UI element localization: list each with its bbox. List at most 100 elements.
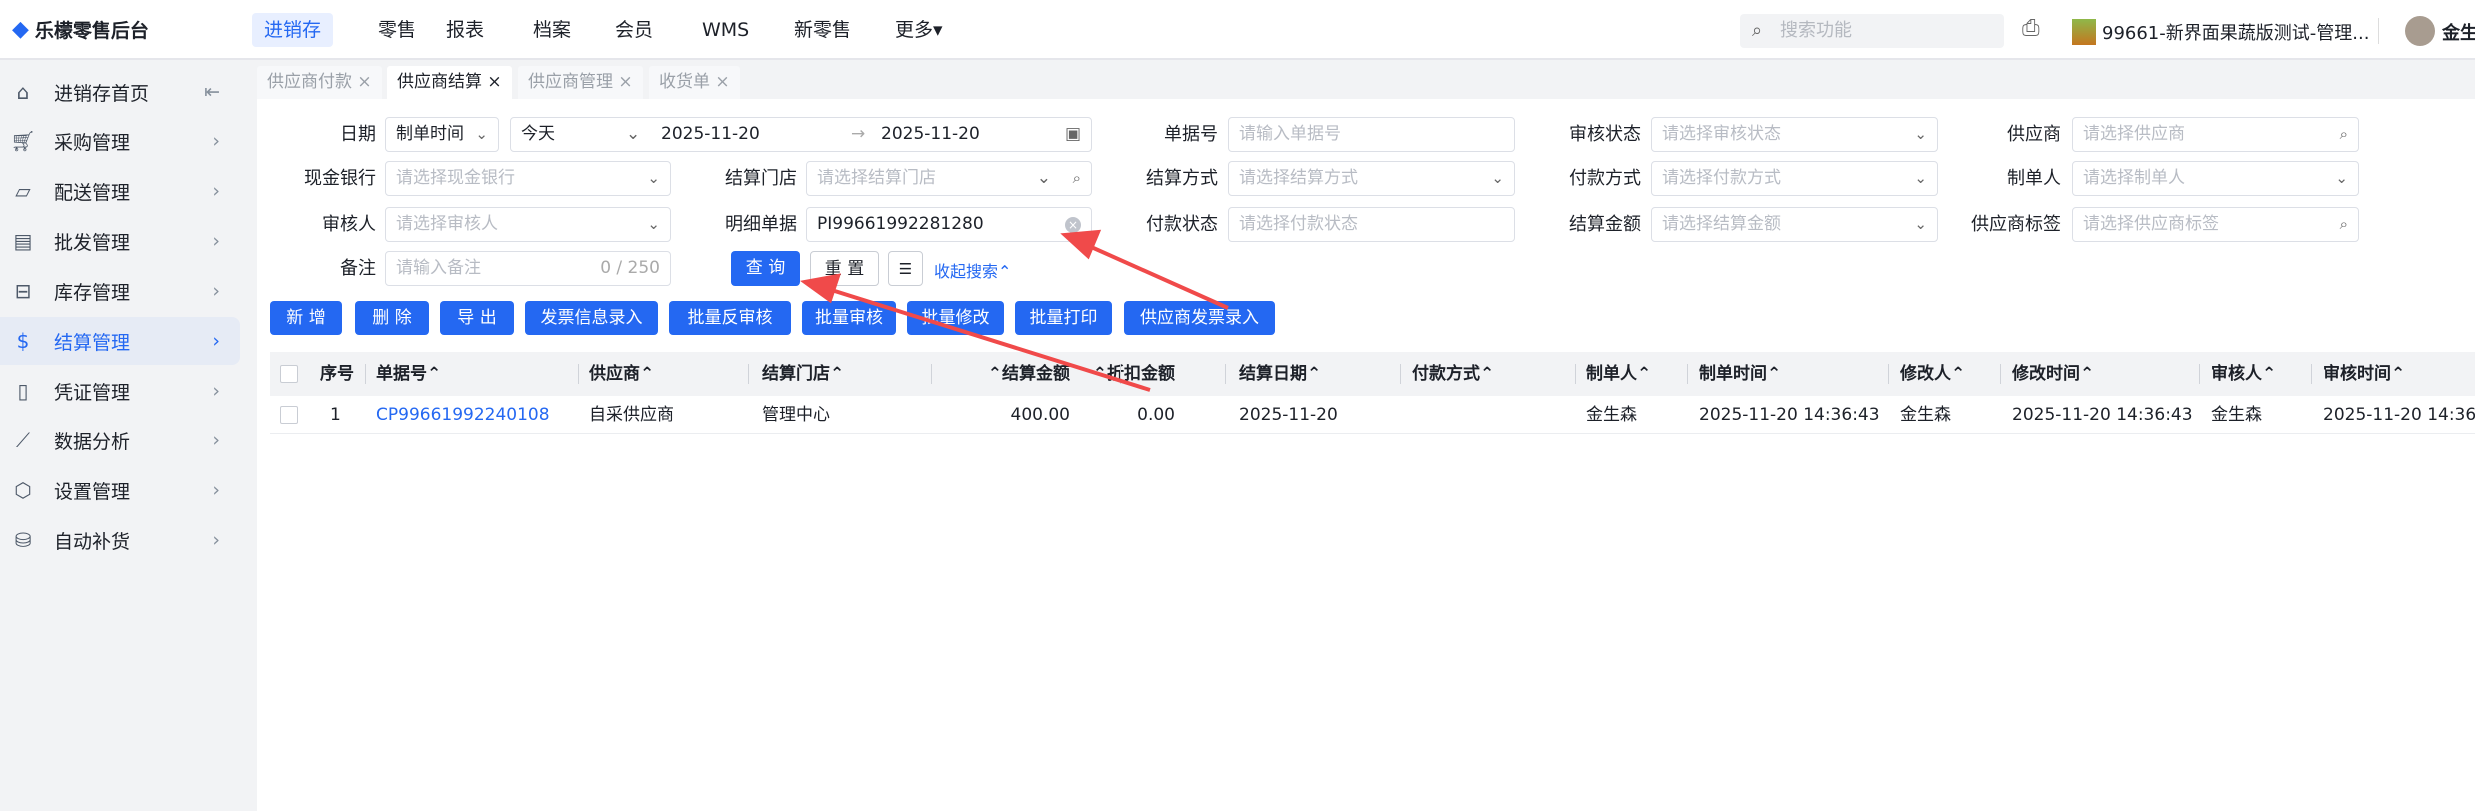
nav-archive[interactable]: 档案: [521, 13, 583, 47]
batch-audit-button[interactable]: 批量审核: [802, 301, 896, 335]
tab-receipt[interactable]: 收货单 ×: [649, 66, 740, 99]
column-divider[interactable]: [1888, 364, 1889, 384]
column-divider[interactable]: [1120, 364, 1121, 384]
sidebar-item-analytics[interactable]: ⟋ 数据分析 ›: [0, 416, 240, 464]
column-divider[interactable]: [2199, 364, 2200, 384]
column-header-seq[interactable]: 序号: [320, 352, 354, 396]
query-button[interactable]: 查 询: [731, 251, 800, 286]
sidebar-item-inventory[interactable]: ⊟ 库存管理 ›: [0, 267, 240, 315]
tab-supplier-management[interactable]: 供应商管理 ×: [518, 66, 643, 99]
sidebar: ⌂ 进销存首页 ⇤ 🛒︎ 采购管理 › ▱ 配送管理 › ▤ 批发管理 › ⊟ 库存管理 › $ 结算…: [0, 62, 253, 811]
store-name[interactable]: 99661-新界面果蔬版测试-管理...: [2102, 19, 2369, 45]
date-type-select[interactable]: 制单时间 ⌄: [385, 117, 499, 152]
cart-icon: 🛒︎: [10, 129, 36, 153]
nav-more[interactable]: 更多▾: [883, 13, 955, 47]
supplier-invoice-entry-button[interactable]: 供应商发票录入: [1124, 301, 1275, 335]
batch-unaudit-button[interactable]: 批量反审核: [669, 301, 791, 335]
audit-status-select[interactable]: 请选择审核状态 ⌄: [1651, 117, 1938, 152]
detail-doc-input[interactable]: PI99661992281280 ×: [806, 207, 1092, 242]
invoice-entry-button[interactable]: 发票信息录入: [525, 301, 658, 335]
column-header-auditor[interactable]: 审核人⌃: [2211, 352, 2276, 396]
nav-member[interactable]: 会员: [603, 13, 665, 47]
column-divider[interactable]: [748, 364, 749, 384]
collapse-search-link[interactable]: 收起搜索⌃: [934, 258, 1011, 282]
amount-select[interactable]: 请选择结算金额 ⌄: [1651, 207, 1938, 242]
remark-input[interactable]: 请输入备注 0 / 250: [385, 251, 671, 286]
sidebar-item-settings[interactable]: ⬡ 设置管理 ›: [0, 466, 240, 514]
bank-select[interactable]: 请选择现金银行 ⌄: [385, 161, 671, 196]
sidebar-item-purchase[interactable]: 🛒︎ 采购管理 ›: [0, 117, 240, 165]
column-divider[interactable]: [1575, 364, 1576, 384]
column-header-supplier[interactable]: 供应商⌃: [589, 352, 654, 396]
date-range-picker[interactable]: 今天 ⌄ 2025-11-20 → 2025-11-20 ▣: [510, 117, 1092, 152]
date-start[interactable]: 2025-11-20: [661, 118, 760, 151]
sidebar-item-home[interactable]: ⌂ 进销存首页 ⇤: [0, 68, 240, 116]
pay-status-select[interactable]: 请选择付款状态: [1228, 207, 1515, 242]
collapse-sidebar-icon[interactable]: ⇤: [204, 81, 220, 103]
creator-select[interactable]: 请选择制单人 ⌄: [2072, 161, 2359, 196]
search-icon[interactable]: ⌕: [2340, 118, 2348, 151]
method-label: 结算方式: [1146, 168, 1218, 189]
supplier-tag-select[interactable]: 请选择供应商标签 ⌕: [2072, 207, 2359, 242]
pay-method-select[interactable]: 请选择付款方式 ⌄: [1651, 161, 1938, 196]
nav-reports[interactable]: 报表: [434, 13, 496, 47]
user-name[interactable]: 金生: [2442, 19, 2475, 45]
column-header-modifier[interactable]: 修改人⌃: [1900, 352, 1965, 396]
printer-icon[interactable]: ⎙: [2022, 16, 2040, 41]
column-divider[interactable]: [1400, 364, 1401, 384]
tab-supplier-payment[interactable]: 供应商付款 ×: [257, 66, 382, 99]
filter-settings-icon[interactable]: ☰: [888, 251, 923, 286]
column-divider[interactable]: [365, 364, 366, 384]
table-row[interactable]: 1 CP99661992240108 自采供应商 管理中心 400.00 0.00 2025…: [270, 396, 2475, 434]
row-checkbox[interactable]: [280, 406, 298, 424]
column-header-audit-time[interactable]: 审核时间⌃: [2323, 352, 2405, 396]
sidebar-item-settlement[interactable]: $ 结算管理 ›: [0, 317, 240, 365]
column-header-amount[interactable]: ⌃结算金额: [988, 352, 1070, 396]
column-header-pay-method[interactable]: 付款方式⌃: [1412, 352, 1494, 396]
column-header-modify-time[interactable]: 修改时间⌃: [2012, 352, 2094, 396]
nav-new-retail[interactable]: 新零售: [782, 13, 863, 47]
column-header-store[interactable]: 结算门店⌃: [762, 352, 844, 396]
nav-wms[interactable]: WMS: [690, 13, 761, 47]
column-header-create-time[interactable]: 制单时间⌃: [1699, 352, 1781, 396]
auditor-select[interactable]: 请选择审核人 ⌄: [385, 207, 671, 242]
column-header-discount[interactable]: ⌃折扣金额: [1093, 352, 1175, 396]
date-label: 日期: [340, 124, 376, 145]
cell-doc-no[interactable]: CP99661992240108: [376, 396, 550, 434]
add-button[interactable]: 新 增: [270, 301, 342, 335]
nav-jinxiaocun[interactable]: 进销存: [252, 13, 334, 47]
column-divider[interactable]: [2000, 364, 2001, 384]
logo[interactable]: ◆ 乐檬零售后台: [12, 16, 149, 43]
column-divider[interactable]: [1225, 364, 1226, 384]
avatar[interactable]: [2405, 16, 2435, 46]
sidebar-item-auto-replenish[interactable]: ⛁ 自动补货 ›: [0, 516, 240, 564]
remark-label: 备注: [340, 258, 376, 279]
batch-edit-button[interactable]: 批量修改: [907, 301, 1004, 335]
batch-print-button[interactable]: 批量打印: [1015, 301, 1112, 335]
column-header-creator[interactable]: 制单人⌃: [1586, 352, 1651, 396]
home-icon: ⌂: [16, 80, 30, 104]
docno-input[interactable]: 请输入单据号: [1228, 117, 1515, 152]
supplier-select[interactable]: 请选择供应商 ⌕: [2072, 117, 2359, 152]
divider: [2378, 18, 2379, 44]
reset-button[interactable]: 重 置: [810, 251, 879, 286]
date-end[interactable]: 2025-11-20: [881, 118, 980, 151]
nav-retail[interactable]: 零售: [366, 13, 428, 47]
search-icon[interactable]: ⌕: [2340, 208, 2348, 241]
sidebar-item-voucher[interactable]: ▯ 凭证管理 ›: [0, 367, 240, 415]
select-all-checkbox[interactable]: [280, 365, 298, 383]
tab-supplier-settlement[interactable]: 供应商结算 ×: [387, 66, 512, 99]
method-select[interactable]: 请选择结算方式 ⌄: [1228, 161, 1515, 196]
column-header-date[interactable]: 结算日期⌃: [1239, 352, 1321, 396]
sidebar-item-wholesale[interactable]: ▤ 批发管理 ›: [0, 217, 240, 265]
column-divider[interactable]: [578, 364, 579, 384]
delete-button[interactable]: 删 除: [355, 301, 429, 335]
sidebar-item-delivery[interactable]: ▱ 配送管理 ›: [0, 167, 240, 215]
store-select[interactable]: 请选择结算门店 ⌄ ⌕: [806, 161, 1092, 196]
export-button[interactable]: 导 出: [440, 301, 514, 335]
column-divider[interactable]: [931, 364, 932, 384]
column-header-doc-no[interactable]: 单据号⌃: [376, 352, 441, 396]
search-input[interactable]: ⌕ 搜索功能: [1740, 14, 2004, 48]
column-divider[interactable]: [1687, 364, 1688, 384]
column-divider[interactable]: [2311, 364, 2312, 384]
